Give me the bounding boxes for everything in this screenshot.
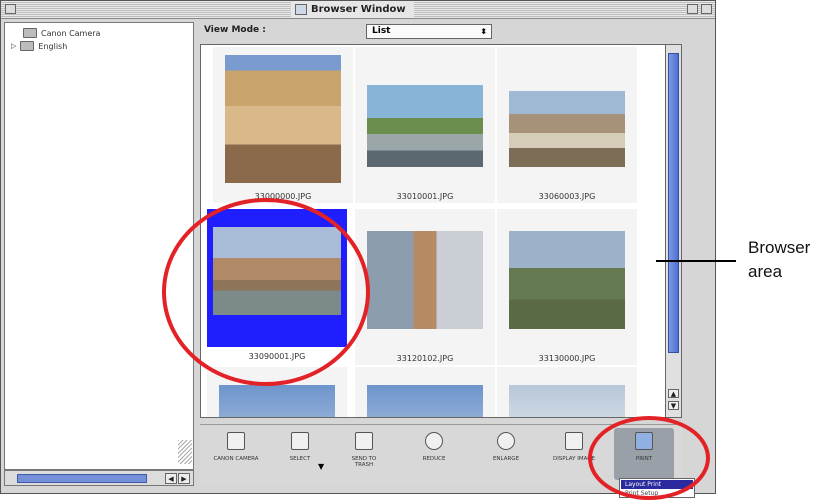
title-bar[interactable]: Browser Window: [1, 1, 715, 19]
display-image-icon: [565, 432, 583, 450]
thumbnail-image: [367, 385, 483, 417]
zoom-out-icon: [425, 432, 443, 450]
thumbnail-filename: 33120102.JPG: [396, 354, 454, 363]
thumbnail-filename: 33010001.JPG: [396, 192, 454, 201]
folder-icon: [20, 41, 35, 51]
view-mode-label: View Mode :: [204, 25, 266, 35]
thumbnail-image: [219, 385, 335, 417]
tree-item-label: English: [38, 41, 68, 51]
select-button[interactable]: SELECT ▼: [270, 428, 330, 480]
scroll-left-icon[interactable]: ◀: [165, 473, 177, 484]
reduce-button[interactable]: REDUCE: [404, 428, 464, 480]
camera-folder-icon: [23, 28, 37, 38]
thumbnail-image: [367, 85, 483, 167]
scroll-up-icon[interactable]: ▲: [668, 389, 679, 398]
callout-line-2: area: [748, 262, 783, 281]
canon-camera-button[interactable]: CANON CAMERA: [206, 428, 266, 480]
title-box: Browser Window: [291, 2, 414, 17]
thumbnail-cell[interactable]: 33120102.JPG: [355, 209, 495, 365]
highlight-ring-print-button: [588, 416, 710, 500]
scroll-down-icon[interactable]: ▼: [668, 401, 679, 410]
send-to-trash-button[interactable]: SEND TO TRASH: [334, 428, 394, 480]
view-mode-select[interactable]: List ⬍: [366, 24, 492, 39]
scroll-right-icon[interactable]: ▶: [178, 473, 190, 484]
highlight-ring-selected-thumbnail: [162, 198, 370, 386]
thumbnail-cell[interactable]: 33010001.JPG: [355, 47, 495, 203]
dropdown-arrow-icon[interactable]: ▼: [318, 462, 324, 471]
window-title: Browser Window: [311, 4, 406, 15]
thumbnail-image: [367, 231, 483, 329]
button-label: REDUCE: [422, 456, 446, 462]
thumbnail-image: [225, 55, 341, 183]
scroll-thumb[interactable]: [17, 474, 147, 483]
thumbnail-cell[interactable]: 33060003.JPG: [497, 47, 637, 203]
thumbnail-image: [509, 91, 625, 167]
thumbnail-filename: 33060003.JPG: [538, 192, 596, 201]
thumbnail-cell[interactable]: 33130000.JPG: [497, 209, 637, 365]
callout-line-1: Browser: [748, 238, 811, 257]
thumbnail-filename: 33130000.JPG: [538, 354, 596, 363]
tree-item-english[interactable]: ▷ English: [11, 40, 67, 52]
browser-vertical-scrollbar[interactable]: ▲ ▼: [665, 44, 682, 418]
view-mode-value: List: [372, 26, 391, 36]
button-label: CANON CAMERA: [213, 456, 259, 462]
thumbnail-cell[interactable]: [355, 367, 495, 417]
disclosure-triangle-icon[interactable]: ▷: [11, 42, 16, 50]
thumbnail-image: [509, 231, 625, 329]
folder-tree[interactable]: Canon Camera ▷ English: [4, 22, 194, 470]
button-label: ENLARGE: [492, 456, 520, 462]
thumbnail-cell[interactable]: [497, 367, 637, 417]
tree-item-canon-camera[interactable]: Canon Camera: [23, 27, 100, 39]
trash-icon: [355, 432, 373, 450]
tree-item-label: Canon Camera: [41, 28, 101, 38]
pane-resize-grip[interactable]: [178, 440, 192, 464]
button-label: SEND TO TRASH: [351, 456, 377, 468]
folder-icon: [295, 4, 307, 15]
collapse-box-icon[interactable]: [701, 4, 712, 14]
zoom-box-icon[interactable]: [687, 4, 698, 14]
camera-icon: [227, 432, 245, 450]
tree-horizontal-scrollbar[interactable]: ◀ ▶: [4, 470, 194, 486]
popup-arrows-icon: ⬍: [480, 27, 487, 36]
thumbnail-image: [509, 385, 625, 417]
enlarge-button[interactable]: ENLARGE: [476, 428, 536, 480]
select-icon: [291, 432, 309, 450]
button-label: SELECT: [289, 456, 311, 462]
zoom-in-icon: [497, 432, 515, 450]
scroll-thumb[interactable]: [668, 53, 679, 353]
callout-label: Browser area: [748, 236, 810, 284]
callout-leader-line: [656, 260, 736, 262]
close-box-icon[interactable]: [5, 4, 16, 14]
thumbnail-cell[interactable]: 33000000.JPG: [213, 47, 353, 203]
